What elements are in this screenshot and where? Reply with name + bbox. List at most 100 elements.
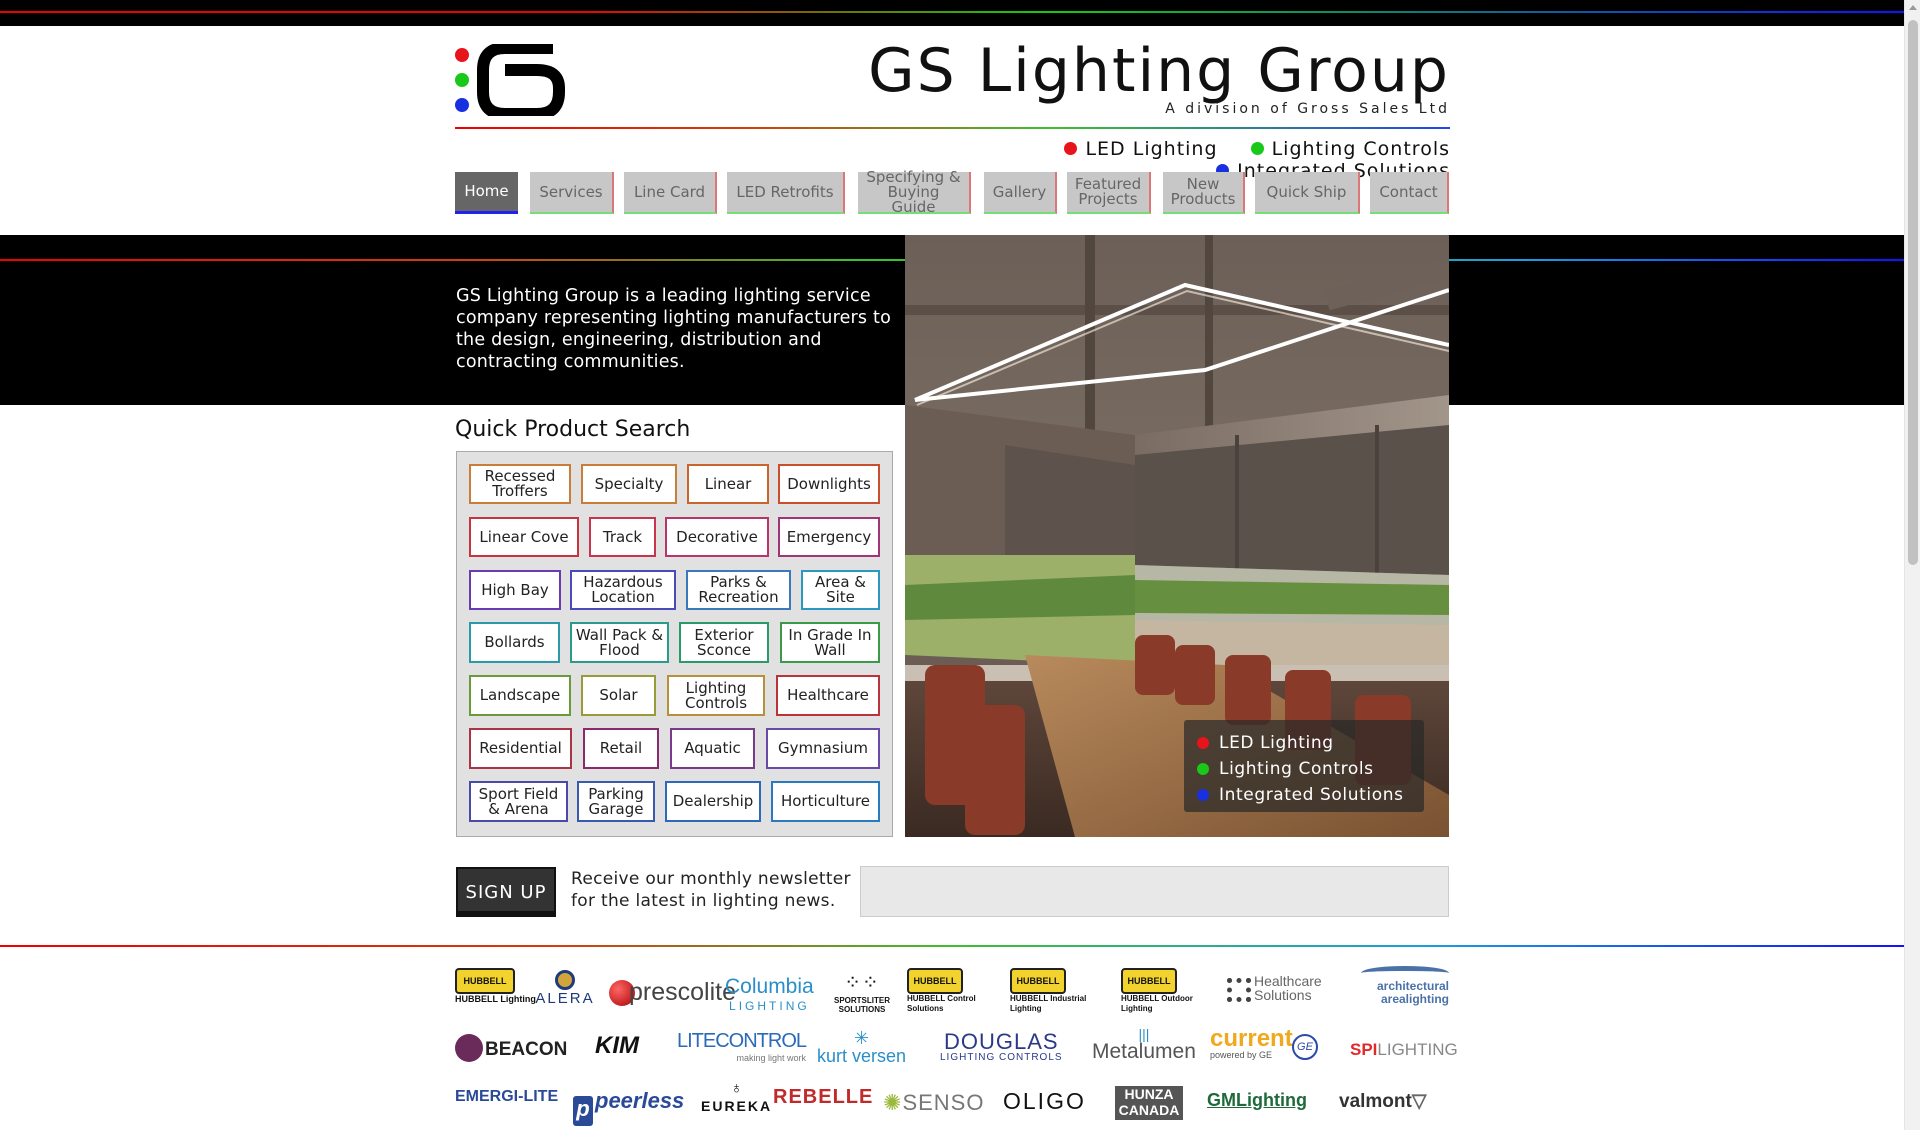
- logo-architectural-arealighting[interactable]: architectural arealighting: [1361, 966, 1449, 1006]
- logo-kurt-versen[interactable]: ✳ kurt versen: [817, 1029, 906, 1067]
- brand-text-sub: LIGHTING CONTROLS: [940, 1052, 1063, 1063]
- nav-gallery[interactable]: Gallery: [984, 172, 1057, 214]
- brand-text: prescolite: [629, 978, 736, 1006]
- logo-gmlighting[interactable]: GMLighting: [1207, 1090, 1307, 1111]
- caption-lighting-controls: Lighting Controls: [1197, 756, 1424, 782]
- signup-line-2: for the latest in lighting news.: [571, 891, 836, 911]
- nav-home[interactable]: Home: [455, 172, 518, 214]
- logo-litecontrol[interactable]: LITECONTROL making light work: [677, 1030, 807, 1063]
- qs-decorative[interactable]: Decorative: [665, 517, 769, 557]
- logo-alera[interactable]: ALERA: [535, 970, 595, 1007]
- qs-parks-recreation[interactable]: Parks & Recreation: [686, 570, 791, 610]
- qs-in-grade-in-wall[interactable]: In Grade In Wall: [780, 622, 880, 663]
- brand-text: ALERA: [535, 990, 595, 1007]
- qs-linear[interactable]: Linear: [687, 464, 769, 504]
- brand-text: GMLighting: [1207, 1090, 1307, 1110]
- tag-label: LED Lighting: [1085, 138, 1218, 160]
- nav-led-retrofits[interactable]: LED Retrofits: [727, 172, 845, 214]
- nav-featured-projects[interactable]: Featured Projects: [1067, 172, 1151, 214]
- qs-exterior-sconce[interactable]: Exterior Sconce: [679, 622, 769, 663]
- signup-line-1: Receive our monthly newsletter: [571, 869, 851, 889]
- footer-divider: [0, 945, 1904, 947]
- qs-healthcare[interactable]: Healthcare: [776, 675, 880, 716]
- brand-text: Columbia: [725, 975, 814, 998]
- brand-text-sub: Solutions: [1254, 987, 1312, 1003]
- logo-senso[interactable]: ✺SENSO: [883, 1090, 984, 1116]
- caption-integrated-solutions: Integrated Solutions: [1197, 782, 1424, 808]
- qs-wall-pack-flood[interactable]: Wall Pack & Flood: [570, 622, 669, 663]
- qs-emergency[interactable]: Emergency: [778, 517, 880, 557]
- tag-lighting-controls: Lighting Controls: [1250, 138, 1450, 160]
- nav-line-card[interactable]: Line Card: [624, 172, 717, 214]
- qs-downlights[interactable]: Downlights: [778, 464, 880, 504]
- green-dot-icon: [455, 73, 469, 87]
- caption-label: Lighting Controls: [1219, 759, 1374, 779]
- nav-quick-ship[interactable]: Quick Ship: [1255, 172, 1360, 214]
- qs-specialty[interactable]: Specialty: [581, 464, 677, 504]
- main-nav: Home Services Line Card LED Retrofits Sp…: [455, 169, 1450, 214]
- qs-gymnasium[interactable]: Gymnasium: [766, 728, 880, 769]
- logo-oligo[interactable]: OLIGO: [1003, 1088, 1086, 1115]
- qs-lighting-controls[interactable]: Lighting Controls: [667, 675, 765, 716]
- logo-metalumen[interactable]: ||| Metalumen: [1092, 1027, 1196, 1064]
- newsletter-email-input[interactable]: [860, 866, 1449, 917]
- logo-douglas[interactable]: DOUGLAS LIGHTING CONTROLS: [940, 1031, 1063, 1064]
- logo-hubbell-outdoor[interactable]: HUBBELL HUBBELL Outdoor Lighting: [1121, 968, 1213, 1014]
- scrollbar-thumb[interactable]: [1908, 20, 1918, 565]
- brand-text: REBELLE: [773, 1086, 874, 1108]
- qs-recessed-troffers[interactable]: Recessed Troffers: [469, 464, 571, 504]
- logo-hubbell-lighting[interactable]: HUBBELL HUBBELL Lighting: [455, 968, 536, 1018]
- qs-bollards[interactable]: Bollards: [469, 622, 560, 663]
- logo-spi-lighting[interactable]: SPILIGHTING: [1350, 1040, 1458, 1060]
- brand-text-sub: CANADA: [1118, 1102, 1180, 1118]
- signup-button[interactable]: SIGN UP: [456, 867, 556, 917]
- site-title: GS Lighting Group: [868, 36, 1450, 106]
- nav-contact[interactable]: Contact: [1370, 172, 1449, 214]
- logo-current-ge[interactable]: current powered by GE GE: [1210, 1025, 1318, 1060]
- logo-eureka[interactable]: ♁ EUREKA: [701, 1080, 772, 1114]
- qs-sport-field-arena[interactable]: Sport Field & Arena: [469, 781, 568, 822]
- caption-label: Integrated Solutions: [1219, 785, 1404, 805]
- brand-text: HUBBELL Lighting: [455, 994, 536, 1004]
- qs-horticulture[interactable]: Horticulture: [771, 781, 880, 822]
- qs-track[interactable]: Track: [589, 517, 656, 557]
- qs-area-site[interactable]: Area & Site: [801, 570, 880, 610]
- logo-columbia-lighting[interactable]: Columbia LIGHTING: [725, 975, 814, 1013]
- brand-text-sub: arealighting: [1380, 992, 1449, 1006]
- logo-rebelle[interactable]: REBELLE: [773, 1086, 873, 1109]
- qs-landscape[interactable]: Landscape: [469, 675, 571, 716]
- logo-hunza-canada[interactable]: HUNZA CANADA: [1115, 1086, 1183, 1120]
- logo-sportsliter[interactable]: ⁘⁘ SPORTSLITER SOLUTIONS: [831, 970, 893, 1014]
- scrollbar[interactable]: [1904, 0, 1920, 1130]
- brand-text-sub: LIGHTING: [1377, 1040, 1458, 1059]
- qs-linear-cove[interactable]: Linear Cove: [469, 517, 579, 557]
- logo-beacon[interactable]: BEACON: [455, 1034, 567, 1062]
- gs-logo[interactable]: [455, 44, 565, 120]
- qs-high-bay[interactable]: High Bay: [469, 570, 561, 610]
- qs-parking-garage[interactable]: Parking Garage: [577, 781, 655, 822]
- logo-prescolite[interactable]: prescolite: [609, 978, 736, 1007]
- caption-led-lighting: LED Lighting: [1197, 730, 1424, 756]
- qs-residential[interactable]: Residential: [469, 728, 572, 769]
- nav-new-products[interactable]: New Products: [1163, 172, 1245, 214]
- intro-text: GS Lighting Group is a leading lighting …: [456, 286, 891, 372]
- nav-services[interactable]: Services: [530, 172, 614, 214]
- brand-text: HUNZA: [1124, 1086, 1174, 1102]
- logo-kim[interactable]: KIM: [595, 1032, 639, 1060]
- brand-text: current: [1210, 1025, 1293, 1052]
- qs-dealership[interactable]: Dealership: [665, 781, 761, 822]
- brand-text: SENSO: [902, 1090, 985, 1115]
- logo-valmont[interactable]: valmont▽: [1339, 1090, 1426, 1113]
- logo-hubbell-industrial[interactable]: HUBBELL HUBBELL Industrial Lighting: [1010, 968, 1110, 1014]
- logo-hubbell-control[interactable]: HUBBELL HUBBELL Control Solutions: [907, 968, 993, 1014]
- logo-emergi-lite[interactable]: EMERGI-LITE: [455, 1088, 558, 1106]
- header-divider: [455, 127, 1450, 129]
- qs-solar[interactable]: Solar: [581, 675, 656, 716]
- logo-peerless[interactable]: p peerless: [573, 1088, 684, 1126]
- qs-retail[interactable]: Retail: [583, 728, 659, 769]
- logo-healthcare-solutions[interactable]: Healthcare Solutions: [1227, 974, 1322, 1003]
- brand-text: Metalumen: [1092, 1040, 1196, 1063]
- qs-aquatic[interactable]: Aquatic: [670, 728, 755, 769]
- nav-specifying-guide[interactable]: Specifying & Buying Guide: [858, 169, 971, 214]
- qs-hazardous-location[interactable]: Hazardous Location: [570, 570, 676, 610]
